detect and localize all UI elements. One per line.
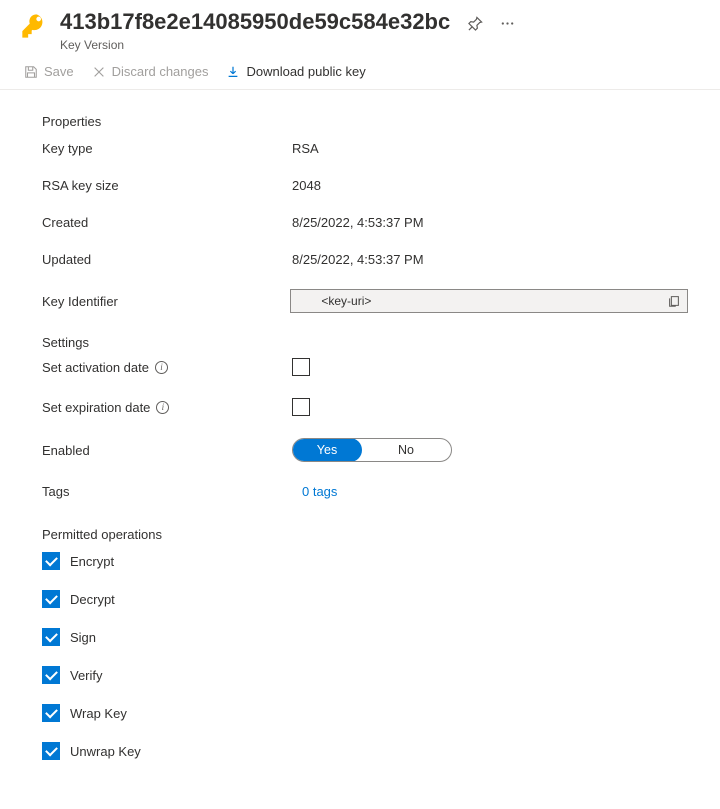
- encrypt-label: Encrypt: [70, 554, 114, 569]
- activation-label: Set activation date i: [42, 360, 292, 375]
- decrypt-label: Decrypt: [70, 592, 115, 607]
- sign-label: Sign: [70, 630, 96, 645]
- enabled-yes[interactable]: Yes: [292, 438, 362, 462]
- expiration-checkbox[interactable]: [292, 398, 310, 416]
- key-id-value: <key-uri>: [321, 294, 371, 308]
- enabled-label: Enabled: [42, 443, 292, 458]
- properties-heading: Properties: [42, 114, 688, 129]
- row-activation: Set activation date i: [42, 358, 688, 376]
- row-updated: Updated 8/25/2022, 4:53:37 PM: [42, 252, 688, 267]
- wrap-checkbox[interactable]: [42, 704, 60, 722]
- row-tags: Tags 0 tags: [42, 484, 688, 499]
- save-button[interactable]: Save: [24, 64, 74, 79]
- settings-heading: Settings: [42, 335, 688, 350]
- discard-button[interactable]: Discard changes: [92, 64, 209, 79]
- row-key-id: Key Identifier <key-uri>: [42, 289, 688, 313]
- verify-label: Verify: [70, 668, 103, 683]
- key-icon: [20, 12, 48, 40]
- decrypt-checkbox[interactable]: [42, 590, 60, 608]
- sign-checkbox[interactable]: [42, 628, 60, 646]
- title-block: 413b17f8e2e14085950de59c584e32bc Key Ver…: [60, 8, 700, 52]
- row-enabled: Enabled Yes No: [42, 438, 688, 462]
- row-key-type: Key type RSA: [42, 141, 688, 156]
- page-header: 413b17f8e2e14085950de59c584e32bc Key Ver…: [0, 0, 720, 56]
- info-icon[interactable]: i: [155, 361, 168, 374]
- updated-label: Updated: [42, 252, 292, 267]
- created-label: Created: [42, 215, 292, 230]
- row-expiration: Set expiration date i: [42, 398, 688, 416]
- row-rsa-size: RSA key size 2048: [42, 178, 688, 193]
- key-type-value: RSA: [292, 141, 319, 156]
- activation-checkbox[interactable]: [292, 358, 310, 376]
- copy-icon[interactable]: [667, 294, 681, 308]
- permitted-heading: Permitted operations: [42, 527, 688, 542]
- expiration-label: Set expiration date i: [42, 400, 292, 415]
- download-button[interactable]: Download public key: [226, 64, 365, 79]
- perm-wrap: Wrap Key: [42, 704, 688, 722]
- updated-value: 8/25/2022, 4:53:37 PM: [292, 252, 424, 267]
- discard-label: Discard changes: [112, 64, 209, 79]
- perm-encrypt: Encrypt: [42, 552, 688, 570]
- download-label: Download public key: [246, 64, 365, 79]
- toolbar: Save Discard changes Download public key: [0, 56, 720, 90]
- page-title: 413b17f8e2e14085950de59c584e32bc: [60, 9, 450, 35]
- perm-sign: Sign: [42, 628, 688, 646]
- info-icon[interactable]: i: [156, 401, 169, 414]
- permitted-list: Encrypt Decrypt Sign Verify Wrap Key Unw…: [42, 552, 688, 760]
- more-icon[interactable]: [494, 10, 520, 36]
- pin-icon[interactable]: [462, 10, 488, 36]
- key-id-label: Key Identifier: [42, 294, 290, 309]
- enabled-toggle[interactable]: Yes No: [292, 438, 452, 462]
- rsa-size-value: 2048: [292, 178, 321, 193]
- save-label: Save: [44, 64, 74, 79]
- verify-checkbox[interactable]: [42, 666, 60, 684]
- tags-label: Tags: [42, 484, 292, 499]
- key-id-field[interactable]: <key-uri>: [290, 289, 688, 313]
- perm-unwrap: Unwrap Key: [42, 742, 688, 760]
- unwrap-label: Unwrap Key: [70, 744, 141, 759]
- perm-verify: Verify: [42, 666, 688, 684]
- enabled-no[interactable]: No: [361, 439, 451, 461]
- encrypt-checkbox[interactable]: [42, 552, 60, 570]
- row-created: Created 8/25/2022, 4:53:37 PM: [42, 215, 688, 230]
- tags-link[interactable]: 0 tags: [292, 484, 337, 499]
- wrap-label: Wrap Key: [70, 706, 127, 721]
- key-type-label: Key type: [42, 141, 292, 156]
- created-value: 8/25/2022, 4:53:37 PM: [292, 215, 424, 230]
- unwrap-checkbox[interactable]: [42, 742, 60, 760]
- content: Properties Key type RSA RSA key size 204…: [0, 90, 720, 788]
- perm-decrypt: Decrypt: [42, 590, 688, 608]
- rsa-size-label: RSA key size: [42, 178, 292, 193]
- page-subtitle: Key Version: [60, 38, 700, 52]
